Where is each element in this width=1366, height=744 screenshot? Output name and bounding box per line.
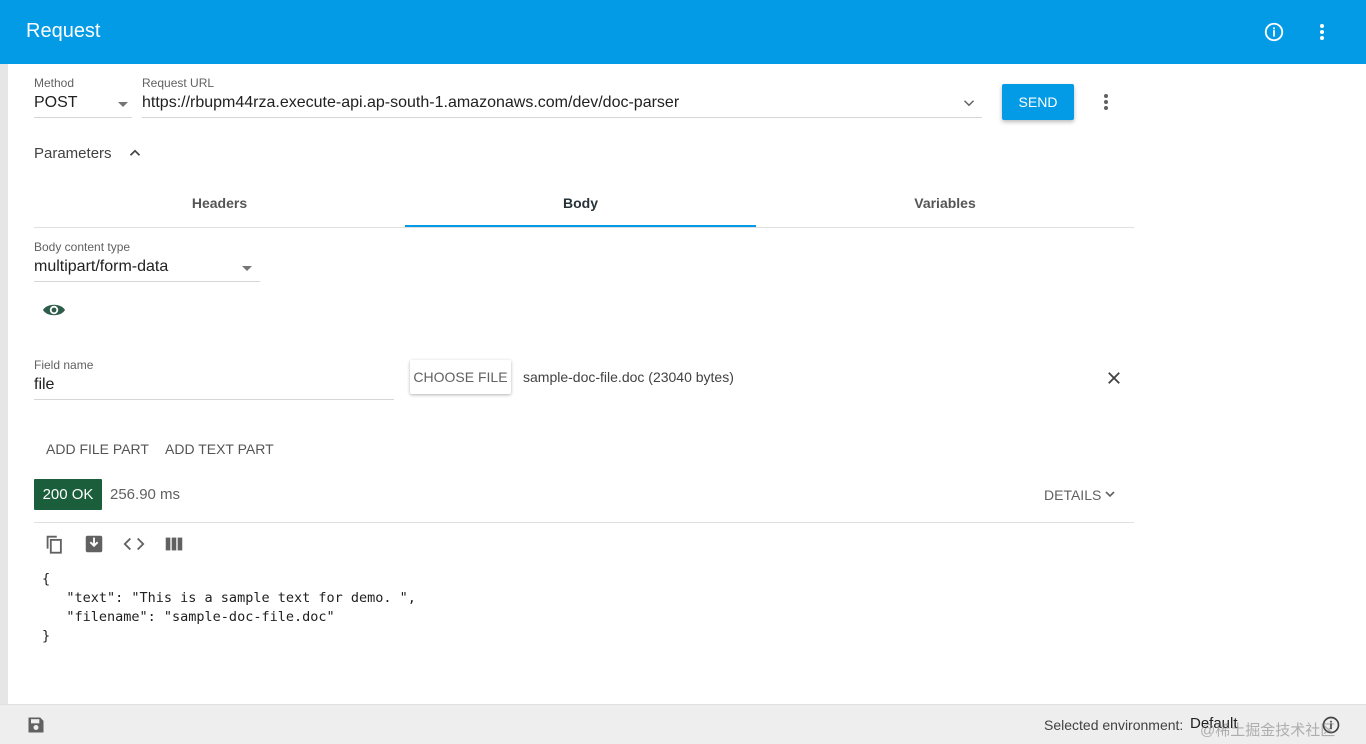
columns-icon[interactable]: [162, 532, 186, 556]
dropdown-arrow-icon: [118, 102, 128, 107]
close-icon[interactable]: [1102, 366, 1126, 390]
chevron-up-icon: [126, 144, 144, 166]
more-vert-icon[interactable]: [1310, 20, 1334, 44]
add-file-part-button[interactable]: ADD FILE PART: [46, 441, 149, 457]
method-value: POST: [34, 94, 78, 111]
status-badge: 200 OK: [34, 479, 102, 510]
tab-headers[interactable]: Headers: [34, 178, 405, 228]
parameters-tabs: Headers Body Variables: [34, 178, 1134, 228]
send-button[interactable]: SEND: [1002, 84, 1074, 120]
url-value: https://rbupm44rza.execute-api.ap-south-…: [142, 94, 680, 111]
method-label: Method: [34, 76, 75, 90]
code-line: "text": "This is a sample text for demo.…: [42, 590, 416, 606]
bottom-bar: Selected environment: Default @稀土掘金技术社区: [0, 704, 1366, 744]
code-line: {: [42, 571, 51, 587]
tab-body[interactable]: Body: [405, 178, 756, 228]
field-name-label: Field name: [34, 358, 94, 372]
page-title: Request: [26, 20, 101, 42]
tab-variables[interactable]: Variables: [756, 178, 1134, 228]
content-type-value: multipart/form-data: [34, 258, 169, 275]
save-icon[interactable]: [24, 713, 48, 737]
details-label: DETAILS: [1044, 487, 1102, 503]
response-divider: [34, 522, 1134, 523]
watermark: @稀土掘金技术社区: [1200, 722, 1336, 739]
field-name-value: file: [34, 376, 55, 393]
environment-label: Selected environment:: [1044, 717, 1184, 733]
chevron-down-icon[interactable]: [960, 94, 978, 117]
response-time: 256.90 ms: [110, 486, 181, 503]
file-info: sample-doc-file.doc (23040 bytes): [523, 369, 734, 385]
dropdown-arrow-icon: [242, 266, 252, 271]
content-type-label: Body content type: [34, 240, 131, 254]
method-select[interactable]: POST: [34, 92, 132, 118]
eye-icon[interactable]: [42, 298, 66, 322]
active-tab-indicator: [405, 225, 756, 227]
details-toggle[interactable]: DETAILS: [1044, 487, 1115, 503]
code-icon[interactable]: [122, 532, 146, 556]
field-name-input[interactable]: file: [34, 374, 394, 400]
info-icon[interactable]: [1262, 20, 1286, 44]
left-edge: [0, 64, 8, 704]
code-line: }: [42, 628, 51, 644]
parameters-label: Parameters: [34, 145, 112, 162]
add-text-part-button[interactable]: ADD TEXT PART: [165, 441, 274, 457]
save-response-icon[interactable]: [82, 532, 106, 556]
copy-icon[interactable]: [42, 532, 66, 556]
chevron-down-icon: [1102, 486, 1118, 505]
app-header: Request: [0, 0, 1366, 64]
url-input[interactable]: https://rbupm44rza.execute-api.ap-south-…: [142, 92, 982, 118]
url-label: Request URL: [142, 76, 215, 90]
request-more-icon[interactable]: [1094, 90, 1118, 114]
parameters-toggle[interactable]: Parameters: [34, 145, 141, 162]
code-line: "filename": "sample-doc-file.doc": [42, 609, 335, 625]
response-body: { "text": "This is a sample text for dem…: [42, 570, 416, 646]
content-type-select[interactable]: multipart/form-data: [34, 256, 260, 282]
choose-file-button[interactable]: CHOOSE FILE: [410, 360, 511, 394]
